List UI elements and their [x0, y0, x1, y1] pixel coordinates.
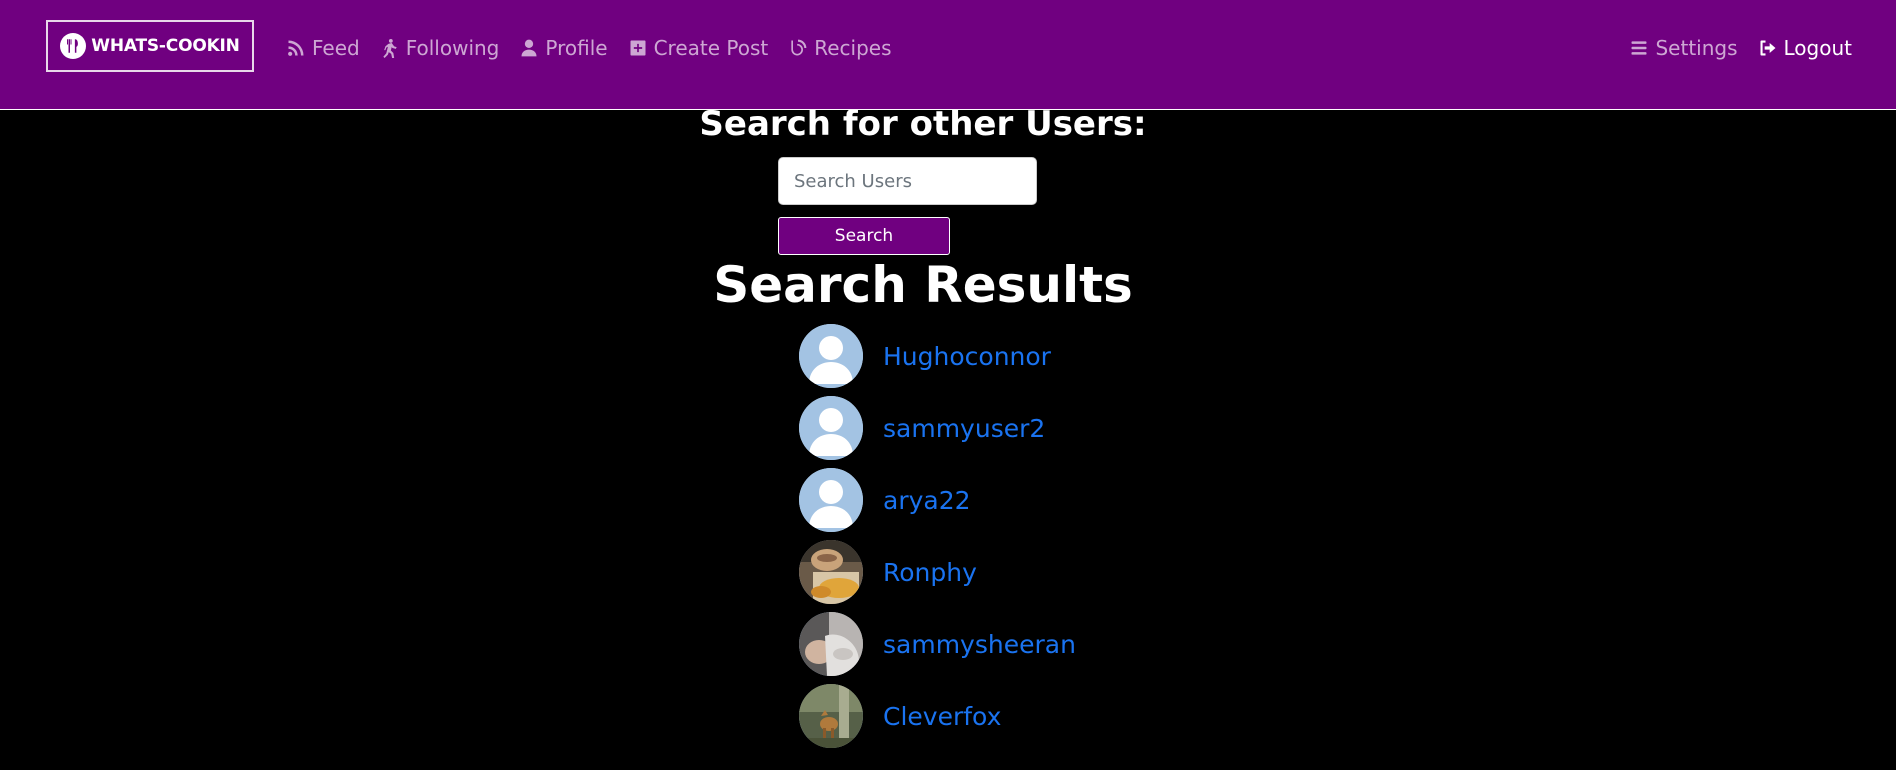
blog-icon — [791, 39, 807, 56]
nav-recipes[interactable]: Recipes — [788, 36, 892, 60]
nav-create-post-label: Create Post — [653, 36, 769, 60]
brand-logo[interactable]: WHATS-COOKIN — [46, 20, 254, 72]
nav-following-label: Following — [405, 36, 500, 60]
result-username-link[interactable]: Ronphy — [883, 558, 977, 587]
results-title: Search Results — [713, 256, 1133, 314]
nav-right: Settings Logout — [1629, 36, 1852, 60]
rss-icon — [288, 40, 304, 56]
search-title: Search for other Users: — [699, 104, 1147, 144]
result-username-link[interactable]: sammyuser2 — [883, 414, 1045, 443]
nav-logout[interactable]: Logout — [1758, 36, 1852, 60]
result-username-link[interactable]: Hughoconnor — [883, 342, 1051, 371]
utensils-icon — [60, 33, 87, 59]
list-item: Ronphy — [799, 540, 977, 604]
list-item: arya22 — [799, 468, 971, 532]
default-avatar-icon[interactable] — [799, 468, 863, 532]
user-icon — [521, 39, 537, 57]
list-item: sammysheeran — [799, 612, 1076, 676]
result-username-link[interactable]: Cleverfox — [883, 702, 1001, 731]
nav-settings[interactable]: Settings — [1629, 36, 1738, 60]
nav-profile[interactable]: Profile — [519, 36, 608, 60]
nav-left: Feed Following Profile Create Post Recip… — [286, 36, 892, 60]
nav-feed[interactable]: Feed — [286, 36, 360, 60]
sign-out-icon — [1760, 40, 1776, 56]
nav-recipes-label: Recipes — [814, 36, 892, 60]
nav-create-post[interactable]: Create Post — [628, 36, 769, 60]
list-item: Hughoconnor — [799, 324, 1051, 388]
result-username-link[interactable]: sammysheeran — [883, 630, 1076, 659]
walking-icon — [383, 39, 397, 58]
search-input[interactable] — [778, 157, 1037, 205]
navbar: WHATS-COOKIN Feed Following Profile Crea… — [0, 0, 1896, 110]
list-item: sammyuser2 — [799, 396, 1045, 460]
brand-name: WHATS-COOKIN — [91, 36, 240, 56]
plus-square-icon — [630, 40, 646, 56]
search-button[interactable]: Search — [778, 217, 950, 255]
nav-logout-label: Logout — [1783, 36, 1852, 60]
nav-following[interactable]: Following — [380, 36, 500, 60]
nav-feed-label: Feed — [312, 36, 360, 60]
default-avatar-icon[interactable] — [799, 396, 863, 460]
default-avatar-icon[interactable] — [799, 324, 863, 388]
photo-avatar[interactable] — [799, 684, 863, 748]
bars-icon — [1631, 41, 1647, 55]
photo-avatar[interactable] — [799, 612, 863, 676]
nav-profile-label: Profile — [545, 36, 608, 60]
result-username-link[interactable]: arya22 — [883, 486, 971, 515]
nav-settings-label: Settings — [1655, 36, 1738, 60]
list-item: Cleverfox — [799, 684, 1001, 748]
photo-avatar[interactable] — [799, 540, 863, 604]
